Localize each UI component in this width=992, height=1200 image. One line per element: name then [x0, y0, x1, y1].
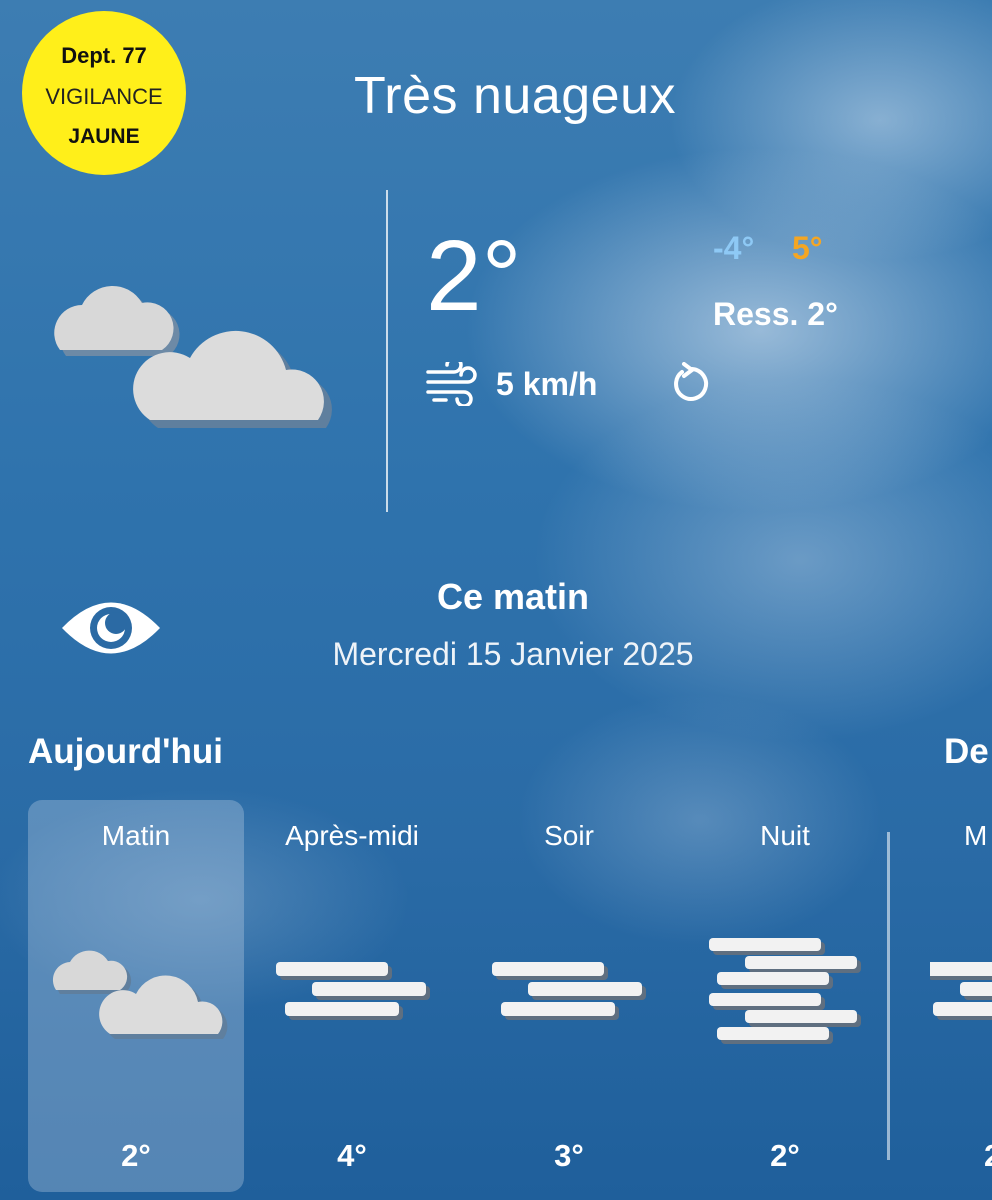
day-divider	[887, 832, 890, 1160]
period-title: Ce matin	[436, 576, 590, 617]
wind-speed: 5 km/h	[496, 366, 598, 402]
eye-icon[interactable]	[58, 593, 164, 663]
slot-temperature: 4°	[337, 1138, 367, 1173]
fog-icon	[276, 962, 430, 1020]
forecast-slot-next-morning[interactable]: M 2	[930, 800, 992, 1192]
period-date: Mercredi 15 Janvier 2025	[332, 636, 694, 672]
forecast-slot-night[interactable]: Nuit 2°	[677, 800, 893, 1192]
today-title: Aujourd'hui	[28, 732, 223, 771]
vigilance-dept: Dept. 77	[61, 43, 147, 68]
temperature-max: 5°	[792, 230, 823, 266]
slot-label: Nuit	[760, 820, 810, 851]
slot-temperature: 2	[984, 1138, 992, 1174]
current-divider	[386, 190, 388, 512]
feels-like: Ress. 2°	[713, 296, 838, 332]
vigilance-label: VIGILANCE	[45, 84, 163, 109]
forecast-slot-afternoon[interactable]: Après-midi 4°	[244, 800, 460, 1192]
cloudy-icon	[52, 950, 228, 1039]
slot-label: Matin	[101, 820, 171, 851]
fog-icon	[930, 962, 992, 1020]
vigilance-badge[interactable]: Dept. 77 VIGILANCE JAUNE	[22, 11, 186, 175]
slot-temperature: 2°	[121, 1138, 151, 1173]
forecast-slot-morning[interactable]: Matin 2°	[28, 800, 244, 1192]
current-condition: Très nuageux	[353, 67, 677, 125]
slot-temperature: 2°	[770, 1138, 800, 1173]
forecast-slot-evening[interactable]: Soir 3°	[461, 800, 677, 1192]
slot-label: Soir	[544, 820, 594, 851]
dense-fog-icon	[709, 938, 861, 1044]
next-day-title: De	[944, 732, 989, 771]
refresh-icon[interactable]	[668, 362, 712, 406]
slot-temperature: 3°	[554, 1138, 584, 1173]
slot-label: Après-midi	[285, 820, 419, 851]
vigilance-level: JAUNE	[68, 125, 140, 148]
slot-label: M	[964, 820, 988, 851]
cloudy-icon	[54, 285, 332, 428]
fog-icon	[492, 962, 646, 1020]
wind-icon	[426, 362, 477, 406]
temperature-min: -4°	[713, 230, 755, 266]
current-temperature: 2°	[426, 220, 522, 332]
